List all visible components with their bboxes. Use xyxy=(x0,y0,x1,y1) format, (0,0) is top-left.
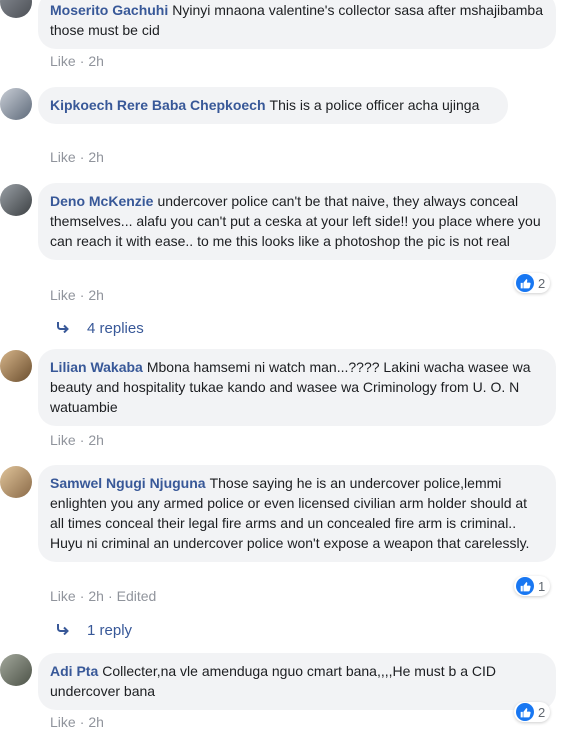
view-replies-link[interactable]: 1 reply xyxy=(56,622,132,639)
reaction-number: 2 xyxy=(538,704,546,720)
comment-actions: Like · 2h xyxy=(50,287,104,303)
like-link[interactable]: Like xyxy=(50,588,76,604)
avatar[interactable] xyxy=(0,466,32,498)
reaction-count[interactable]: 2 xyxy=(514,702,551,722)
comment-actions: Like · 2h xyxy=(50,432,104,448)
separator: · xyxy=(79,588,85,604)
separator: · xyxy=(79,53,85,69)
avatar[interactable] xyxy=(0,88,32,120)
thumbs-up-icon xyxy=(516,577,534,595)
edited-label[interactable]: Edited xyxy=(117,588,157,604)
comment-author[interactable]: Moserito Gachuhi xyxy=(50,2,168,18)
comment-author[interactable]: Samwel Ngugi Njuguna xyxy=(50,475,206,491)
thumbs-up-icon xyxy=(516,703,534,721)
like-link[interactable]: Like xyxy=(50,149,76,165)
separator: · xyxy=(79,714,85,730)
comment-time[interactable]: 2h xyxy=(88,588,104,604)
comment-bubble: Moserito Gachuhi Nyinyi mnaona valentine'… xyxy=(38,0,556,49)
comment-time[interactable]: 2h xyxy=(88,287,104,303)
avatar[interactable] xyxy=(0,184,32,216)
separator: · xyxy=(79,287,85,303)
comment-actions: Like · 2h xyxy=(50,53,104,69)
comment-text: This is a police officer acha ujinga xyxy=(269,97,480,113)
like-link[interactable]: Like xyxy=(50,53,76,69)
separator: · xyxy=(107,588,113,604)
comment-bubble: Kipkoech Rere Baba Chepkoech This is a po… xyxy=(38,87,508,124)
comment-author[interactable]: Lilian Wakaba xyxy=(50,359,143,375)
reply-arrow-icon xyxy=(56,320,76,337)
comment-actions: Like · 2h xyxy=(50,714,104,730)
avatar[interactable] xyxy=(0,654,32,686)
comment-time[interactable]: 2h xyxy=(88,714,104,730)
comment-bubble: Samwel Ngugi Njuguna Those saying he is a… xyxy=(38,465,556,562)
reaction-number: 1 xyxy=(538,578,546,594)
replies-label[interactable]: 1 reply xyxy=(87,622,132,639)
like-link[interactable]: Like xyxy=(50,287,76,303)
comment-author[interactable]: Kipkoech Rere Baba Chepkoech xyxy=(50,97,266,113)
comment-author[interactable]: Deno McKenzie xyxy=(50,193,153,209)
reply-arrow-icon xyxy=(56,622,76,639)
separator: · xyxy=(79,432,85,448)
like-link[interactable]: Like xyxy=(50,432,76,448)
comment-bubble: Adi Pta Collecter,na vle amenduga nguo cm… xyxy=(38,653,556,710)
comment-text: Collecter,na vle amenduga nguo cmart ban… xyxy=(50,663,496,699)
reaction-count[interactable]: 1 xyxy=(514,576,551,596)
comment-bubble: Lilian Wakaba Mbona hamsemi ni watch man.… xyxy=(38,349,556,426)
comment-bubble: Deno McKenzie undercover police can't be … xyxy=(38,183,556,260)
comment-time[interactable]: 2h xyxy=(88,53,104,69)
replies-label[interactable]: 4 replies xyxy=(87,320,144,337)
thumbs-up-icon xyxy=(516,274,534,292)
comment-time[interactable]: 2h xyxy=(88,149,104,165)
avatar[interactable] xyxy=(0,350,32,382)
like-link[interactable]: Like xyxy=(50,714,76,730)
comment-author[interactable]: Adi Pta xyxy=(50,663,98,679)
reaction-count[interactable]: 2 xyxy=(514,273,551,293)
avatar[interactable] xyxy=(0,0,32,18)
comment-time[interactable]: 2h xyxy=(88,432,104,448)
view-replies-link[interactable]: 4 replies xyxy=(56,320,144,337)
separator: · xyxy=(79,149,85,165)
comment-actions: Like · 2h xyxy=(50,149,104,165)
reaction-number: 2 xyxy=(538,275,546,291)
comment-actions: Like · 2h · Edited xyxy=(50,588,156,604)
